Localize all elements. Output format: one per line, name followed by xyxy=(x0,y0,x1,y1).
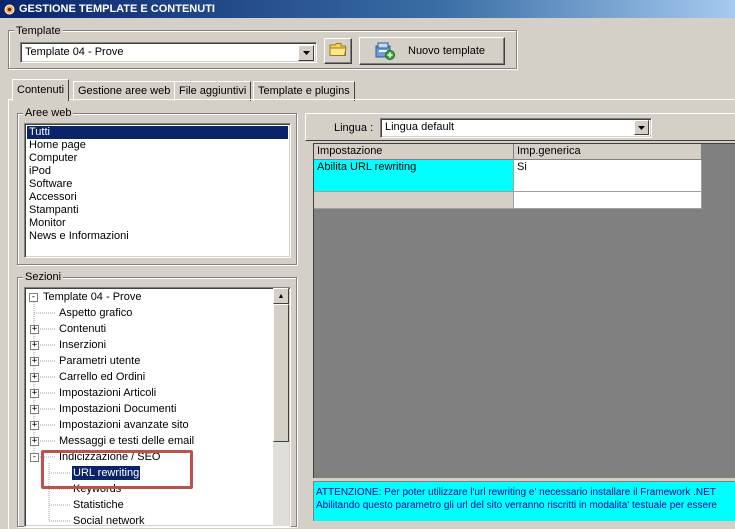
aree-web-item[interactable]: Monitor xyxy=(27,217,288,230)
grid-cell-empty-impostazione[interactable] xyxy=(314,192,514,209)
aree-web-item[interactable]: Stampanti xyxy=(27,204,288,217)
grid-cell-valore[interactable]: Si xyxy=(514,160,702,192)
tree-node-label: Social network xyxy=(73,515,145,527)
tab-gestione-aree-web[interactable]: Gestione aree web xyxy=(73,81,176,101)
app-gear-icon xyxy=(3,3,16,16)
tree-expand-icon[interactable]: + xyxy=(30,341,39,350)
tree-node-label: Statistiche xyxy=(73,499,124,511)
tree-collapse-icon[interactable]: - xyxy=(30,453,39,462)
grid-header-imp-generica[interactable]: Imp.generica xyxy=(514,144,702,160)
new-template-icon xyxy=(374,41,396,61)
tree-node-label: Impostazioni Documenti xyxy=(59,403,177,415)
window-titlebar: GESTIONE TEMPLATE E CONTENUTI xyxy=(0,0,735,18)
tree-node-label: Impostazioni avanzate sito xyxy=(59,419,189,431)
aree-web-item[interactable]: Tutti xyxy=(27,126,288,139)
scroll-up-arrow-icon[interactable]: ▲ xyxy=(273,288,289,304)
lingua-label: Lingua : xyxy=(334,122,374,134)
folder-icon xyxy=(329,42,347,60)
sezioni-vertical-scrollbar[interactable]: ▲ xyxy=(273,288,289,526)
template-combobox[interactable]: Template 04 - Prove xyxy=(20,42,317,63)
tree-node-label: Aspetto grafico xyxy=(59,307,133,319)
tree-node-label: Carrello ed Ordini xyxy=(59,371,146,383)
tab-template-e-plugins-label: Template e plugins xyxy=(258,85,350,97)
sezioni-tree[interactable]: - Template 04 - Prove Aspetto grafico + Cont… xyxy=(24,287,291,527)
grid-cell-impostazione[interactable]: Abilita URL rewriting xyxy=(314,160,514,192)
notice-line-2: Abilitando questo parametro gli url del … xyxy=(316,500,717,511)
tab-gestione-aree-web-label: Gestione aree web xyxy=(78,85,171,97)
aree-web-item[interactable]: News e Informazioni xyxy=(27,230,288,243)
tree-expand-icon[interactable]: + xyxy=(30,405,39,414)
notice-box: ATTENZIONE: Per poter utilizzare l'url r… xyxy=(313,481,735,521)
template-group-label: Template xyxy=(14,25,63,37)
aree-web-item[interactable]: Accessori xyxy=(27,191,288,204)
grid-cell-empty-valore[interactable] xyxy=(514,192,702,209)
new-template-button[interactable]: Nuovo template xyxy=(359,37,505,65)
aree-web-label: Aree web xyxy=(23,107,74,119)
aree-web-list[interactable]: Tutti Home page Computer iPod Software Access… xyxy=(24,123,291,258)
lingua-combobox[interactable]: Lingua default xyxy=(380,118,652,138)
notice-line-1: ATTENZIONE: Per poter utilizzare l'url r… xyxy=(316,487,716,498)
tree-node-label: Inserzioni xyxy=(59,339,107,351)
tree-root-label: Template 04 - Prove xyxy=(43,291,142,303)
chevron-down-icon[interactable] xyxy=(298,45,314,61)
tab-contenuti-label: Contenuti xyxy=(17,84,65,96)
tree-expand-icon[interactable]: + xyxy=(30,389,39,398)
tab-contenuti[interactable]: Contenuti xyxy=(12,79,70,101)
scrollbar-thumb[interactable] xyxy=(273,304,289,442)
tree-node-label: Contenuti xyxy=(59,323,107,335)
tree-collapse-icon[interactable]: - xyxy=(29,293,38,302)
annotation-highlight-box xyxy=(41,450,193,489)
tree-expand-icon[interactable]: + xyxy=(30,325,39,334)
window-title: GESTIONE TEMPLATE E CONTENUTI xyxy=(19,3,215,15)
tree-node-label: Messaggi e testi delle email xyxy=(59,435,195,447)
tree-expand-icon[interactable]: + xyxy=(30,421,39,430)
open-folder-button[interactable] xyxy=(324,38,352,64)
tab-file-aggiuntivi[interactable]: File aggiuntivi xyxy=(174,81,252,101)
tree-expand-icon[interactable]: + xyxy=(30,357,39,366)
aree-web-item[interactable]: Home page xyxy=(27,139,288,152)
tab-file-aggiuntivi-label: File aggiuntivi xyxy=(179,85,247,97)
tree-node-label: Impostazioni Articoli xyxy=(59,387,157,399)
lingua-combobox-value: Lingua default xyxy=(385,121,455,133)
grid-header-impostazione[interactable]: Impostazione xyxy=(314,144,514,160)
new-template-label: Nuovo template xyxy=(408,45,486,57)
settings-grid: Impostazione Imp.generica Abilita URL re… xyxy=(313,143,735,478)
tree-node-label: Parametri utente xyxy=(59,355,141,367)
template-combobox-value: Template 04 - Prove xyxy=(25,46,124,58)
aree-web-item[interactable]: iPod xyxy=(27,165,288,178)
aree-web-item[interactable]: Computer xyxy=(27,152,288,165)
chevron-down-icon[interactable] xyxy=(634,120,649,135)
sezioni-label: Sezioni xyxy=(23,271,64,283)
aree-web-items: Tutti Home page Computer iPod Software Access… xyxy=(27,126,288,243)
tree-expand-icon[interactable]: + xyxy=(30,373,39,382)
tree-expand-icon[interactable]: + xyxy=(30,437,39,446)
tab-template-e-plugins[interactable]: Template e plugins xyxy=(253,81,355,101)
aree-web-item[interactable]: Software xyxy=(27,178,288,191)
